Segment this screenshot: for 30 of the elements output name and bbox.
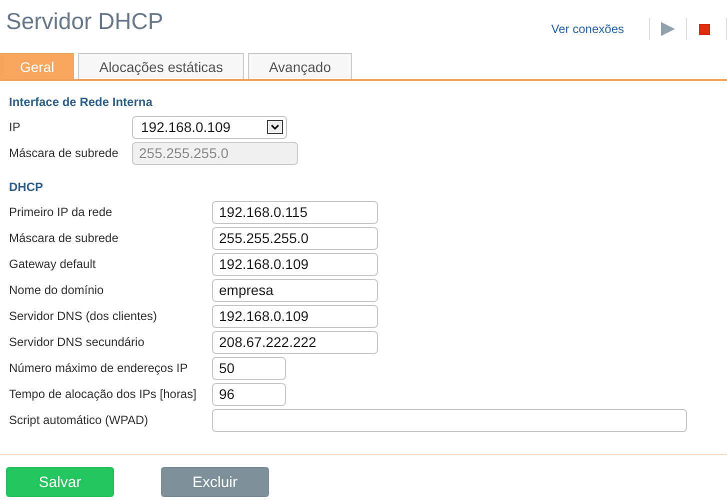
field-label: Servidor DNS (dos clientes) — [9, 309, 158, 323]
section-heading: DHCP — [9, 180, 44, 194]
field-label: Máscara de subrede — [9, 146, 120, 160]
play-icon[interactable] — [661, 22, 675, 36]
input-field[interactable] — [212, 408, 687, 432]
field-label: Número máximo de endereços IP — [9, 361, 189, 375]
input-field[interactable]: 192.168.0.109 — [212, 304, 378, 328]
input-field[interactable]: empresa — [212, 278, 378, 302]
input-field[interactable]: 192.168.0.109 — [212, 252, 378, 276]
ip-select[interactable]: 192.168.0.109 — [132, 116, 287, 138]
caret-icon — [267, 120, 283, 134]
input-field[interactable]: 50 — [212, 356, 286, 380]
field-label: Servidor DNS secundário — [9, 335, 146, 349]
input-field[interactable]: 255.255.255.0 — [212, 226, 378, 250]
input-field[interactable]: 208.67.222.222 — [212, 330, 378, 354]
field-label: Primeiro IP da rede — [9, 205, 114, 219]
input-field[interactable]: 192.168.0.115 — [212, 200, 378, 224]
field-label: Máscara de subrede — [9, 231, 120, 245]
field-label: Script automático (WPAD) — [9, 413, 150, 427]
stop-icon[interactable] — [699, 24, 710, 34]
page-title: Servidor DHCP — [6, 8, 164, 35]
input-field[interactable]: 96 — [212, 382, 286, 406]
field-label: IP — [9, 120, 22, 134]
field-label: Nome do domínio — [9, 283, 105, 297]
section-heading: Interface de Rede Interna — [9, 95, 154, 109]
tab[interactable]: Avançado — [248, 53, 352, 79]
field-label: Gateway default — [9, 257, 97, 271]
field-label: Tempo de alocação dos IPs [horas] — [9, 387, 198, 401]
tab[interactable]: Alocações estáticas — [78, 53, 244, 79]
connections-link[interactable]: Ver conexões — [551, 22, 624, 36]
